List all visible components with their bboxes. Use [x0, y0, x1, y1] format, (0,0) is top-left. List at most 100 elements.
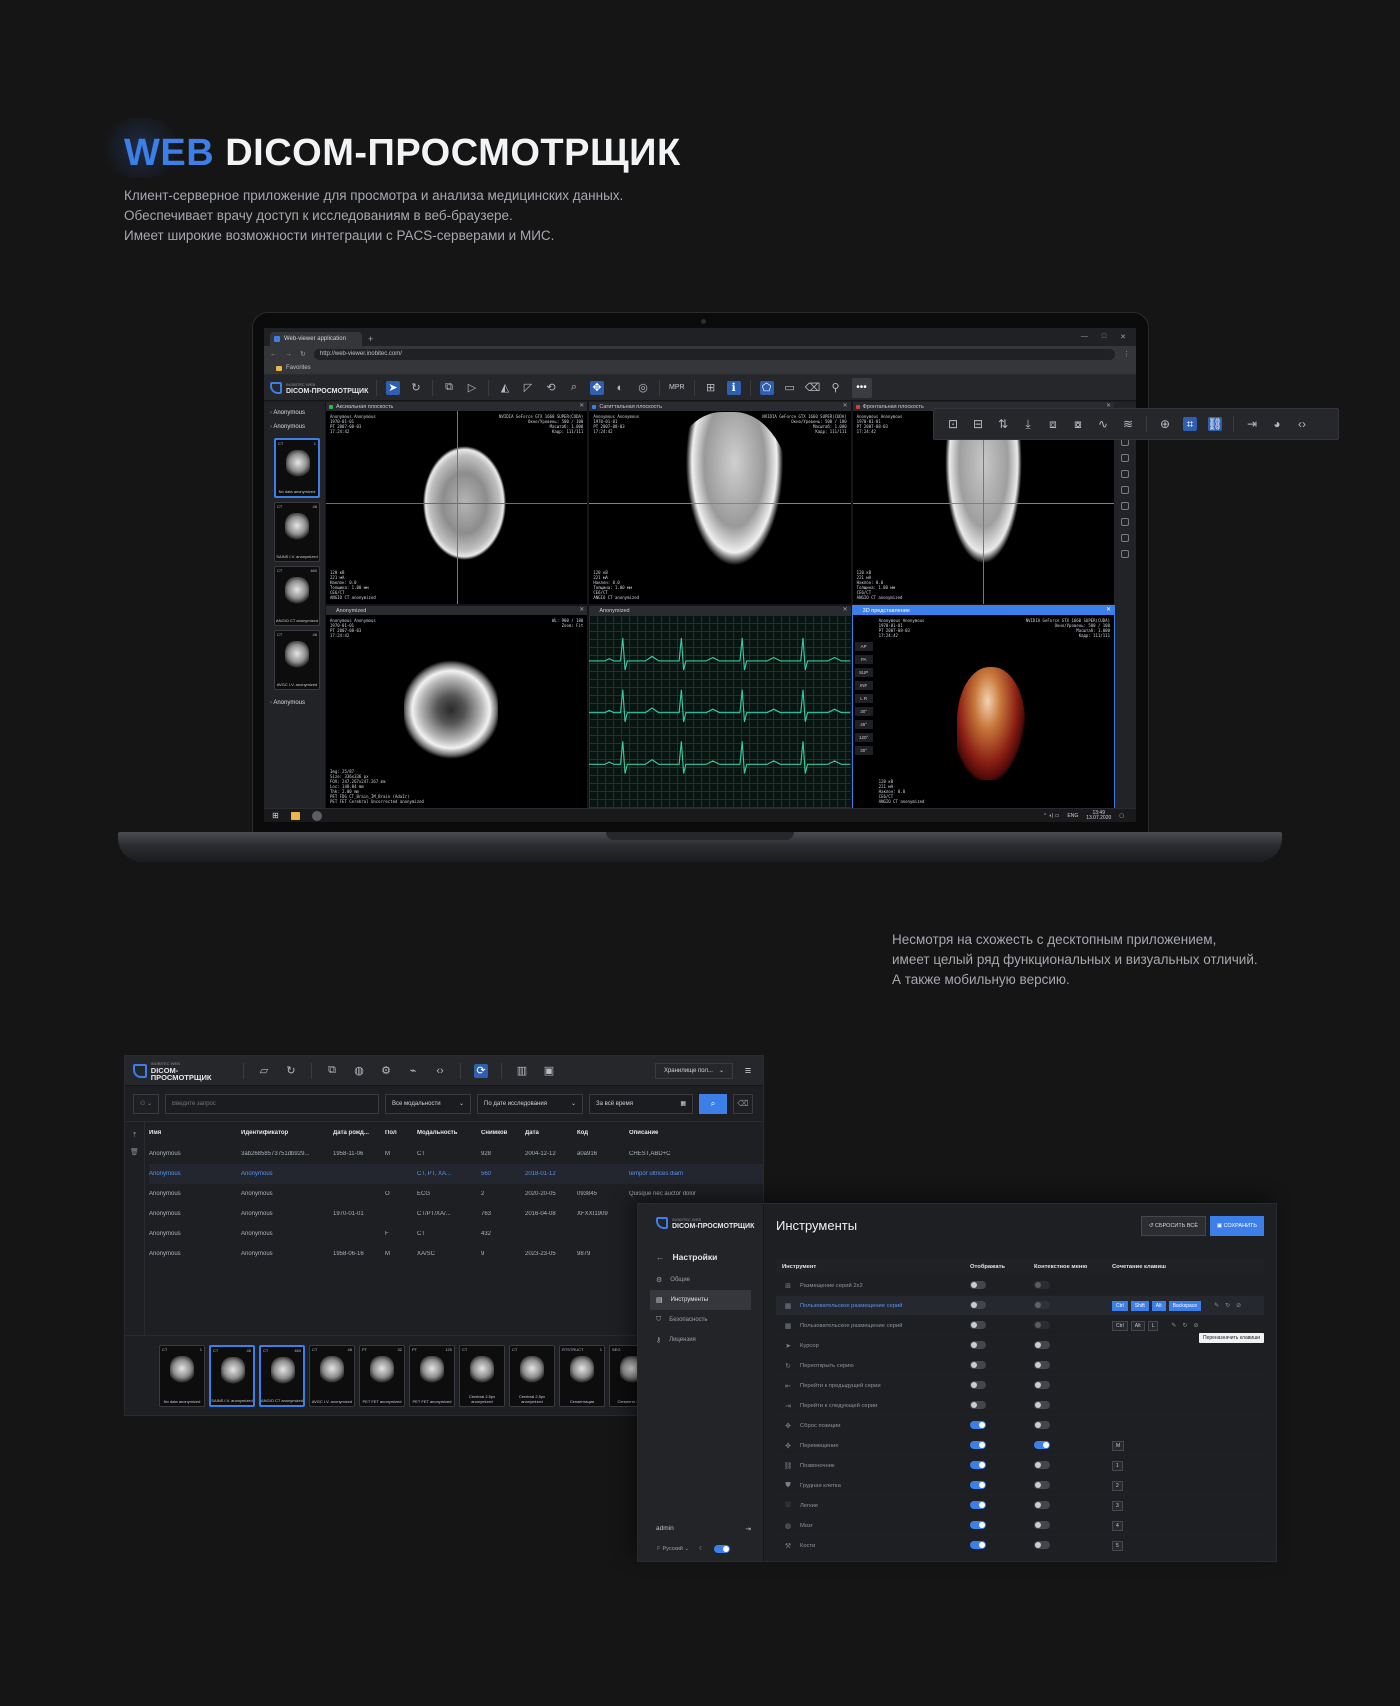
mode-vr-icon[interactable]: ⧇ — [1071, 417, 1085, 431]
sort-select[interactable]: По дате исследования ⌄ — [477, 1093, 583, 1114]
view-angle-button[interactable]: 30° — [854, 746, 873, 755]
gamma-icon[interactable]: ≋ — [1121, 417, 1135, 431]
context-menu-toggle[interactable] — [1034, 1340, 1050, 1349]
column-header[interactable]: Модальность — [417, 1130, 481, 1136]
grid-icon[interactable]: ⌗ — [1183, 417, 1197, 431]
column-header[interactable]: Дата рожд... — [333, 1130, 385, 1136]
series-thumbnail[interactable]: PT 32 PET FET anonymized — [359, 1344, 405, 1407]
play-icon[interactable]: ▷ — [465, 381, 479, 395]
tool-icon[interactable] — [1121, 486, 1129, 494]
mpr-button[interactable]: MPR — [669, 384, 685, 391]
shortcut-key[interactable]: 5 — [1112, 1540, 1123, 1551]
column-header[interactable]: Дата — [525, 1130, 577, 1136]
close-icon[interactable]: ✕ — [1106, 606, 1111, 613]
series-thumbnail[interactable]: CT 48 AVGC I.V. anonymized — [274, 630, 320, 690]
context-menu-toggle[interactable] — [1034, 1300, 1050, 1309]
nav-item-tools[interactable]: ▤ Инструменты — [650, 1290, 751, 1310]
column-header[interactable]: Пол — [385, 1130, 417, 1136]
notifications-icon[interactable]: ▢ — [1119, 813, 1124, 819]
patient-row[interactable]: Anonymous — [270, 424, 321, 430]
open-folder-icon[interactable]: ▱ — [257, 1064, 271, 1078]
context-menu-toggle[interactable] — [1034, 1480, 1050, 1489]
shortcut-key[interactable]: 1 — [1112, 1460, 1123, 1471]
explorer-icon[interactable] — [290, 811, 300, 820]
draw-icon[interactable]: ⚲ — [829, 381, 843, 395]
series-thumbnail[interactable]: RTSTRUCT 1 Сегментация — [559, 1344, 605, 1407]
series-thumbnail[interactable]: CT 48 AVGC I.V. anonymized — [309, 1344, 355, 1407]
viewport-axial[interactable]: Аксиальная плоскость ✕ Anonymous Anonymo… — [326, 402, 588, 604]
table-row[interactable]: Anonymous Anonymous O ECG 2 2020-20-05 093845 Q… — [149, 1184, 763, 1204]
shortcut-key[interactable]: Ctrl — [1112, 1320, 1128, 1331]
close-icon[interactable]: ✕ — [843, 606, 848, 613]
close-icon[interactable]: ✕ — [843, 402, 848, 409]
context-menu-toggle[interactable] — [1034, 1320, 1050, 1329]
annotation-icon[interactable]: ⬠ — [759, 380, 774, 395]
tool-icon[interactable] — [1121, 454, 1129, 462]
crosshair-line[interactable] — [456, 411, 458, 604]
context-menu-toggle[interactable] — [1034, 1360, 1050, 1369]
reset-all-button[interactable]: ↺ СБРОСИТЬ ВСЁ — [1140, 1216, 1206, 1236]
shortcut-key[interactable]: 4 — [1112, 1520, 1123, 1531]
archive-icon[interactable]: ▣ — [542, 1064, 556, 1078]
save-button[interactable]: ▣ СОХРАНИТЬ — [1209, 1216, 1264, 1236]
minimize-icon[interactable]: — — [1081, 333, 1088, 341]
column-header[interactable]: Имя — [149, 1130, 241, 1136]
context-menu-toggle[interactable] — [1034, 1420, 1050, 1429]
delete-icon[interactable]: 🗑 — [130, 1148, 139, 1156]
show-toggle[interactable] — [970, 1300, 986, 1309]
show-toggle[interactable] — [970, 1520, 986, 1529]
upload-icon[interactable]: ⤒ — [133, 1132, 136, 1140]
shortcut-key[interactable]: Ctrl — [1112, 1300, 1128, 1311]
shortcut-key[interactable]: Shift — [1130, 1300, 1149, 1311]
import-icon[interactable]: ⤓ — [1021, 417, 1035, 431]
show-toggle[interactable] — [970, 1420, 986, 1429]
sync-icon[interactable]: ⟳ — [474, 1063, 488, 1078]
view-pa-button[interactable]: PA — [854, 655, 873, 664]
clear-button[interactable]: ⌫ — [733, 1093, 753, 1114]
show-toggle[interactable] — [970, 1280, 986, 1289]
theme-toggle[interactable] — [713, 1545, 730, 1553]
mpr-slab-icon[interactable]: ⊡ — [946, 417, 960, 431]
mip-icon[interactable]: ⇅ — [996, 417, 1010, 431]
column-header[interactable]: Описание — [629, 1130, 763, 1136]
show-toggle[interactable] — [970, 1440, 986, 1449]
settings-icon[interactable]: ⚙ — [379, 1064, 393, 1078]
search-input[interactable] — [165, 1093, 379, 1114]
clear-shortcut-icon[interactable]: ⊘ — [1193, 1322, 1198, 1329]
eraser-icon[interactable]: ⌫ — [805, 381, 821, 395]
viewport-pet[interactable]: Anonymized ✕ Anonymous Anonymous 1970-01… — [326, 606, 588, 808]
pan-icon[interactable]: ✥ — [590, 380, 604, 395]
view-angle-button[interactable]: 120° — [854, 733, 873, 742]
column-header[interactable]: Снимков — [481, 1130, 525, 1136]
tool-icon[interactable] — [1121, 470, 1129, 478]
storage-select[interactable]: Хранилище пол... ⌄ — [654, 1062, 733, 1079]
series-thumbnail[interactable]: CT 48 SAINS I.V. anonymized — [274, 502, 320, 562]
shortcut-key[interactable]: L — [1147, 1320, 1159, 1331]
refresh-icon[interactable]: ↻ — [284, 1064, 298, 1078]
show-toggle[interactable] — [970, 1540, 986, 1549]
edit-icon[interactable]: ✎ — [1214, 1302, 1219, 1309]
show-toggle[interactable] — [970, 1500, 986, 1509]
contrast-icon[interactable]: ◐ — [613, 381, 627, 395]
flip-icon[interactable]: ◭ — [498, 381, 512, 395]
context-menu-toggle[interactable] — [1034, 1440, 1050, 1449]
mode-3d-icon[interactable]: ⧈ — [1046, 417, 1060, 431]
user-filter-icon[interactable]: ⚇ ⌄ — [133, 1093, 159, 1114]
context-menu-toggle[interactable] — [1034, 1520, 1050, 1529]
series-thumbnail[interactable]: PT 120 PET FET anonymized — [409, 1344, 455, 1407]
context-menu-toggle[interactable] — [1034, 1460, 1050, 1469]
show-toggle[interactable] — [970, 1340, 986, 1349]
shortcut-key[interactable]: 3 — [1112, 1500, 1123, 1511]
angle-icon[interactable]: ◸ — [521, 381, 535, 395]
modality-select[interactable]: Все модальности ⌄ — [385, 1093, 471, 1114]
import-disk-icon[interactable]: ⧉ — [325, 1064, 339, 1078]
show-toggle[interactable] — [970, 1460, 986, 1469]
viewport-sagittal[interactable]: Сагиттальная плоскость ✕ Anonymous Anony… — [589, 402, 851, 604]
rotate-icon[interactable]: ↻ — [409, 381, 423, 395]
column-header[interactable]: Код — [577, 1130, 629, 1136]
series-thumbnail[interactable]: CT 460 ANGIO CT anonymized — [259, 1344, 305, 1407]
tool-icon[interactable] — [1121, 502, 1129, 510]
column-header[interactable]: Идентификатор — [241, 1130, 333, 1136]
logout-icon[interactable]: ⇥ — [746, 1525, 751, 1533]
reload-icon[interactable]: ↻ — [300, 350, 306, 358]
